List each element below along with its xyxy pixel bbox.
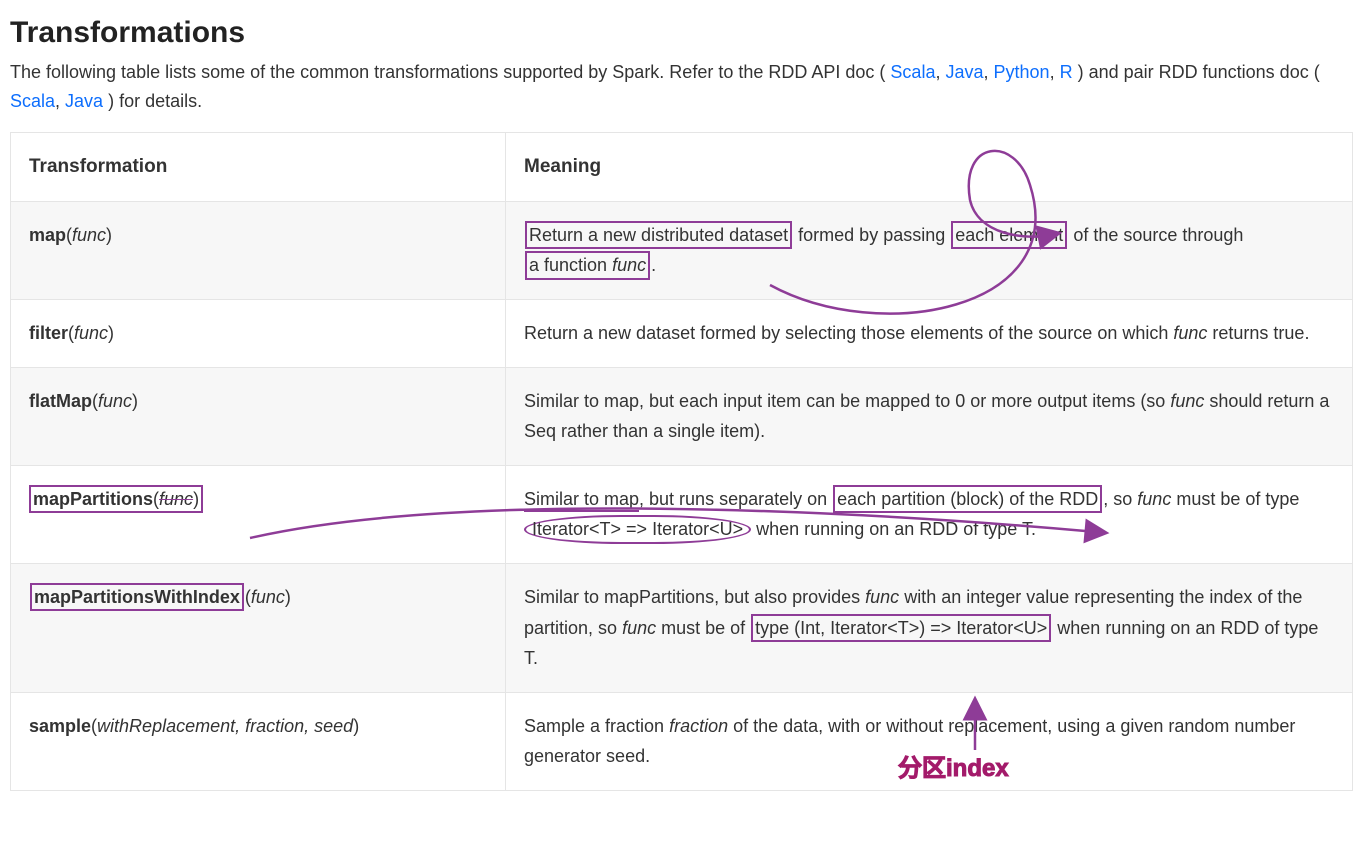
cell-meaning: Similar to map, but each input item can …	[506, 367, 1353, 465]
highlight-box: type (Int, Iterator<T>) => Iterator<U>	[751, 614, 1051, 642]
intro-text: ) and pair RDD functions doc (	[1078, 62, 1320, 82]
cell-meaning: Return a new distributed dataset formed …	[506, 201, 1353, 299]
link-java-api[interactable]: Java	[945, 62, 983, 82]
fn-name: mapPartitions	[33, 489, 153, 509]
link-scala-api[interactable]: Scala	[890, 62, 935, 82]
cell-meaning: Sample a fraction fraction of the data, …	[506, 692, 1353, 790]
fn-params: func	[74, 323, 108, 343]
link-python-api[interactable]: Python	[994, 62, 1050, 82]
cell-meaning: Similar to map, but runs separately on e…	[506, 465, 1353, 563]
page: Transformations The following table list…	[0, 0, 1363, 801]
table-row: map(func) Return a new distributed datas…	[11, 201, 1353, 299]
section-heading: Transformations	[10, 16, 1353, 50]
link-r-api[interactable]: R	[1060, 62, 1073, 82]
fn-name: flatMap	[29, 391, 92, 411]
fn-params: func	[159, 489, 193, 509]
cell-transformation: sample(withReplacement, fraction, seed)	[11, 692, 506, 790]
cell-transformation: filter(func)	[11, 300, 506, 368]
table-row: mapPartitionsWithIndex(func) Similar to …	[11, 564, 1353, 693]
cell-transformation: mapPartitionsWithIndex(func)	[11, 564, 506, 693]
fn-name: map	[29, 225, 66, 245]
th-transformation: Transformation	[11, 132, 506, 201]
highlight-oval: Iterator<T> => Iterator<U>	[524, 515, 751, 543]
highlight-box: a function func	[525, 251, 650, 279]
cell-transformation: flatMap(func)	[11, 367, 506, 465]
table-row: flatMap(func) Similar to map, but each i…	[11, 367, 1353, 465]
intro-paragraph: The following table lists some of the co…	[10, 58, 1353, 116]
highlight-box: mapPartitionsWithIndex	[30, 583, 244, 611]
table-row: mapPartitions(func) Similar to map, but …	[11, 465, 1353, 563]
fn-name: filter	[29, 323, 68, 343]
table-header-row: Transformation Meaning	[11, 132, 1353, 201]
cell-transformation: mapPartitions(func)	[11, 465, 506, 563]
fn-params: func	[98, 391, 132, 411]
table-row: filter(func) Return a new dataset formed…	[11, 300, 1353, 368]
highlight-box: each partition (block) of the RDD	[833, 485, 1102, 513]
cell-meaning: Return a new dataset formed by selecting…	[506, 300, 1353, 368]
cell-transformation: map(func)	[11, 201, 506, 299]
table-row: sample(withReplacement, fraction, seed) …	[11, 692, 1353, 790]
fn-params: func	[72, 225, 106, 245]
fn-name: mapPartitionsWithIndex	[34, 587, 240, 607]
intro-text: The following table lists some of the co…	[10, 62, 885, 82]
cell-meaning: Similar to mapPartitions, but also provi…	[506, 564, 1353, 693]
highlight-box: each element	[951, 221, 1067, 249]
highlight-box: mapPartitions(func)	[29, 485, 203, 513]
intro-text: ) for details.	[108, 91, 202, 111]
link-java-pair[interactable]: Java	[65, 91, 103, 111]
highlight-box: Return a new distributed dataset	[525, 221, 792, 249]
underline: Similar to map	[524, 489, 639, 512]
transformations-table: Transformation Meaning map(func) Return …	[10, 132, 1353, 791]
fn-name: sample	[29, 716, 91, 736]
fn-params: withReplacement, fraction, seed	[97, 716, 353, 736]
fn-params: func	[251, 587, 285, 607]
th-meaning: Meaning	[506, 132, 1353, 201]
link-scala-pair[interactable]: Scala	[10, 91, 55, 111]
